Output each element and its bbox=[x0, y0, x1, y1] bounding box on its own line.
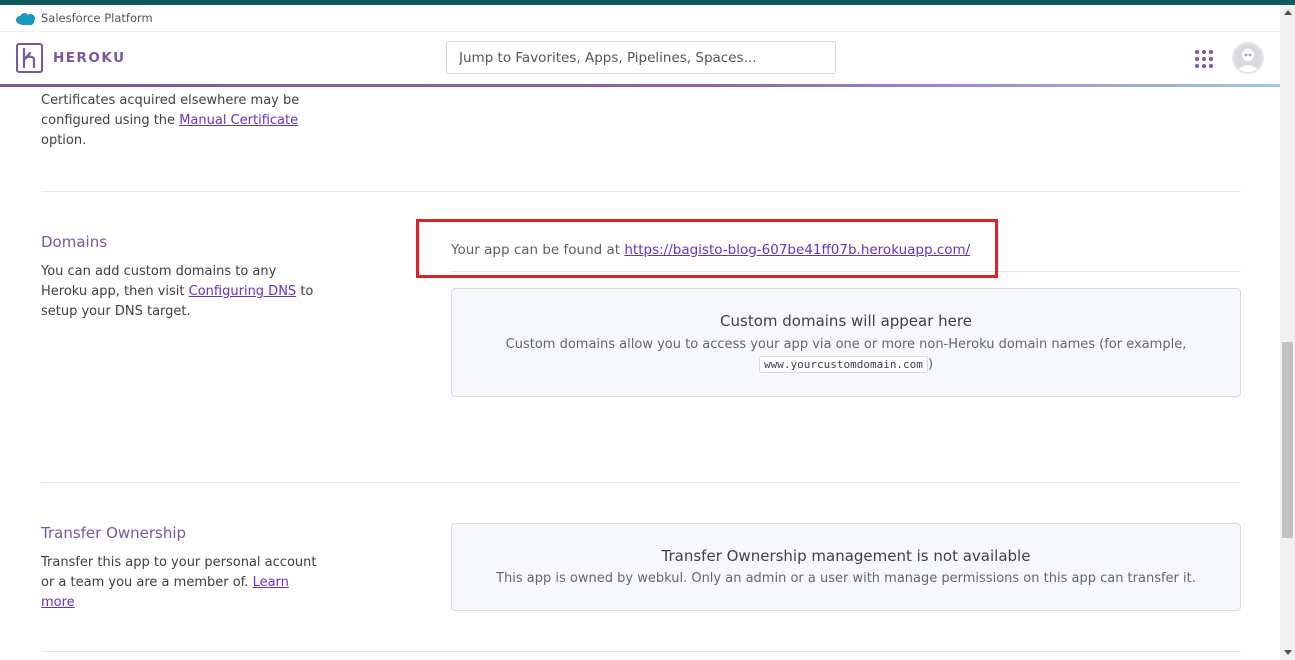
avatar-icon[interactable] bbox=[1232, 42, 1264, 74]
heroku-logo-icon[interactable] bbox=[16, 43, 43, 73]
settings-content: Certificates acquired elsewhere may be c… bbox=[0, 87, 1280, 660]
custom-domains-empty-panel: Custom domains will appear here Custom d… bbox=[451, 288, 1241, 397]
salesforce-platform-bar: Salesforce Platform bbox=[0, 5, 1280, 32]
domains-description: You can add custom domains to any Heroku… bbox=[41, 264, 314, 319]
custom-domains-empty-description: Custom domains allow you to access your … bbox=[505, 337, 1187, 352]
section-divider bbox=[41, 651, 1241, 652]
salesforce-platform-title: Salesforce Platform bbox=[41, 11, 153, 25]
certificates-description: Certificates acquired elsewhere may be c… bbox=[41, 93, 300, 148]
example-domain-code: www.yourcustomdomain.com bbox=[758, 356, 928, 373]
manual-certificate-link[interactable]: Manual Certificate bbox=[179, 113, 298, 128]
transfer-ownership-description: Transfer this app to your personal accou… bbox=[41, 555, 317, 610]
highlight-annotation bbox=[416, 219, 998, 278]
scroll-down-icon[interactable] bbox=[1284, 650, 1292, 655]
section-divider bbox=[41, 482, 1241, 483]
section-divider bbox=[41, 191, 1241, 192]
page-scrollbar[interactable] bbox=[1280, 5, 1295, 660]
custom-domains-empty-title: Custom domains will appear here bbox=[720, 312, 972, 330]
salesforce-cloud-icon bbox=[16, 12, 36, 25]
configuring-dns-link[interactable]: Configuring DNS bbox=[189, 284, 297, 299]
example-domain-line: www.yourcustomdomain.com) bbox=[452, 355, 1240, 375]
transfer-ownership-panel: Transfer Ownership management is not ava… bbox=[451, 523, 1241, 611]
search-input[interactable] bbox=[446, 41, 836, 74]
scrollbar-thumb[interactable] bbox=[1282, 342, 1293, 538]
transfer-ownership-panel-description: This app is owned by webkul. Only an adm… bbox=[496, 571, 1196, 586]
domains-title: Domains bbox=[41, 233, 108, 251]
heroku-header: HEROKU bbox=[0, 32, 1280, 87]
transfer-ownership-title: Transfer Ownership bbox=[41, 524, 187, 542]
transfer-ownership-panel-title: Transfer Ownership management is not ava… bbox=[661, 547, 1031, 565]
apps-grid-icon[interactable] bbox=[1193, 48, 1215, 70]
heroku-wordmark[interactable]: HEROKU bbox=[53, 50, 126, 66]
scroll-up-icon[interactable] bbox=[1284, 10, 1292, 15]
